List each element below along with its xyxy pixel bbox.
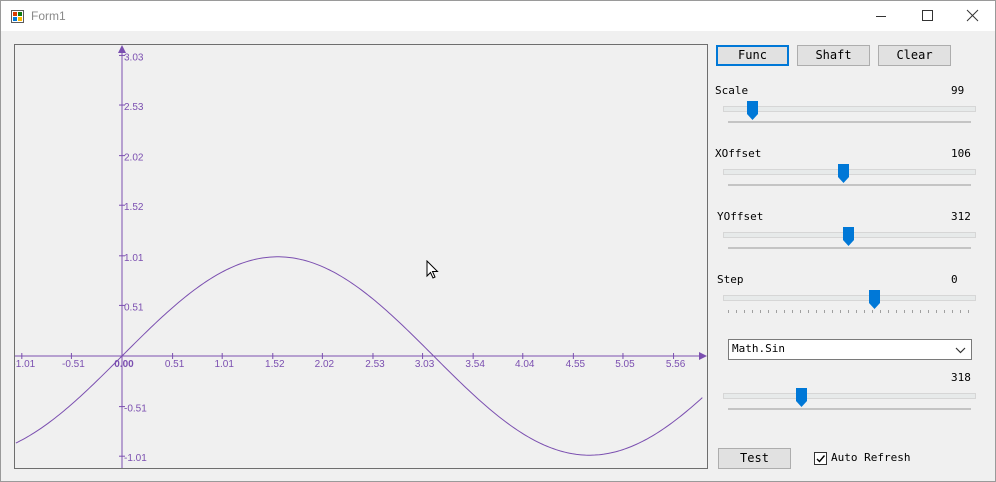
- x-tick-label: 2.02: [315, 359, 335, 370]
- yoffset-slider-thumb[interactable]: [842, 227, 854, 246]
- function-select[interactable]: Math.Sin: [728, 339, 972, 360]
- maximize-button[interactable]: [904, 1, 950, 31]
- scale-value: 99: [951, 84, 965, 97]
- xoffset-label: XOffset: [715, 147, 762, 160]
- auto-refresh-label[interactable]: Auto Refresh: [831, 451, 910, 464]
- chevron-down-icon: [955, 347, 966, 354]
- x-tick-label: 1.01: [214, 359, 234, 370]
- y-tick-label: -0.51: [124, 404, 147, 415]
- xoffset-value: 106: [951, 147, 971, 160]
- y-tick-label: 0.51: [124, 302, 144, 313]
- clear-button[interactable]: Clear: [878, 45, 951, 66]
- x-axis-arrow-icon: [699, 352, 707, 360]
- window-title: Form1: [31, 9, 66, 23]
- form-client-area: -1.01-0.510.000.511.011.522.022.533.033.…: [1, 31, 995, 481]
- y-tick-label: 1.01: [124, 253, 144, 264]
- function-plot-canvas: -1.01-0.510.000.511.011.522.022.533.033.…: [15, 45, 707, 468]
- x-tick-label: -0.51: [62, 359, 85, 370]
- test-button[interactable]: Test: [718, 448, 791, 469]
- function-param-value: 318: [951, 371, 971, 384]
- x-tick-label: 4.55: [566, 359, 586, 370]
- y-tick-label: -1.01: [124, 453, 147, 464]
- minimize-button[interactable]: [858, 1, 904, 31]
- shaft-button[interactable]: Shaft: [797, 45, 870, 66]
- step-label: Step: [717, 273, 744, 286]
- mouse-pointer-icon: [426, 260, 439, 279]
- y-tick-label: 3.03: [124, 52, 144, 63]
- close-icon: [966, 9, 979, 22]
- step-value: 0: [951, 273, 958, 286]
- step-slider-thumb[interactable]: [868, 290, 880, 309]
- scale-slider-ticks: [728, 121, 971, 123]
- y-tick-label: 2.53: [124, 102, 144, 113]
- func-button[interactable]: Func: [716, 45, 789, 66]
- yoffset-slider-ticks: [728, 247, 971, 249]
- x-tick-label: 5.05: [615, 359, 635, 370]
- yoffset-label: YOffset: [717, 210, 764, 223]
- title-bar[interactable]: Form1: [1, 1, 995, 31]
- maximize-icon: [922, 10, 933, 21]
- auto-refresh-checkbox[interactable]: [814, 452, 827, 465]
- x-tick-label: -1.01: [15, 359, 36, 370]
- y-tick-label: 2.02: [124, 153, 144, 164]
- main-window: Form1 -1.01-0.510.000.511.011.522.022.53…: [0, 0, 996, 482]
- scale-slider-thumb[interactable]: [746, 101, 758, 120]
- checkmark-icon: [816, 455, 826, 463]
- close-button[interactable]: [949, 1, 995, 31]
- x-tick-label: 5.56: [666, 359, 686, 370]
- x-tick-label: 2.53: [365, 359, 385, 370]
- function-plot[interactable]: -1.01-0.510.000.511.011.522.022.533.033.…: [14, 44, 708, 469]
- scale-slider-track: [723, 106, 976, 112]
- xoffset-slider-thumb[interactable]: [838, 164, 850, 183]
- step-slider-track: [723, 295, 976, 301]
- scale-label: Scale: [715, 84, 749, 97]
- x-tick-label: 4.04: [515, 359, 535, 370]
- x-tick-label: 3.54: [465, 359, 485, 370]
- yoffset-value: 312: [951, 210, 971, 223]
- x-tick-label: 0.51: [165, 359, 185, 370]
- minimize-icon: [876, 16, 886, 17]
- y-tick-label: 1.52: [124, 202, 144, 213]
- step-slider-ticks: [728, 310, 972, 313]
- x-tick-label: 3.03: [415, 359, 435, 370]
- function-select-value: Math.Sin: [732, 342, 785, 355]
- function-param-slider-track: [723, 393, 976, 399]
- form-app-icon: [11, 10, 24, 23]
- xoffset-slider-ticks: [728, 184, 971, 186]
- function-param-slider-thumb[interactable]: [795, 388, 807, 407]
- function-param-slider-ticks: [728, 408, 971, 410]
- x-tick-label: 1.52: [265, 359, 285, 370]
- xoffset-slider-track: [723, 169, 976, 175]
